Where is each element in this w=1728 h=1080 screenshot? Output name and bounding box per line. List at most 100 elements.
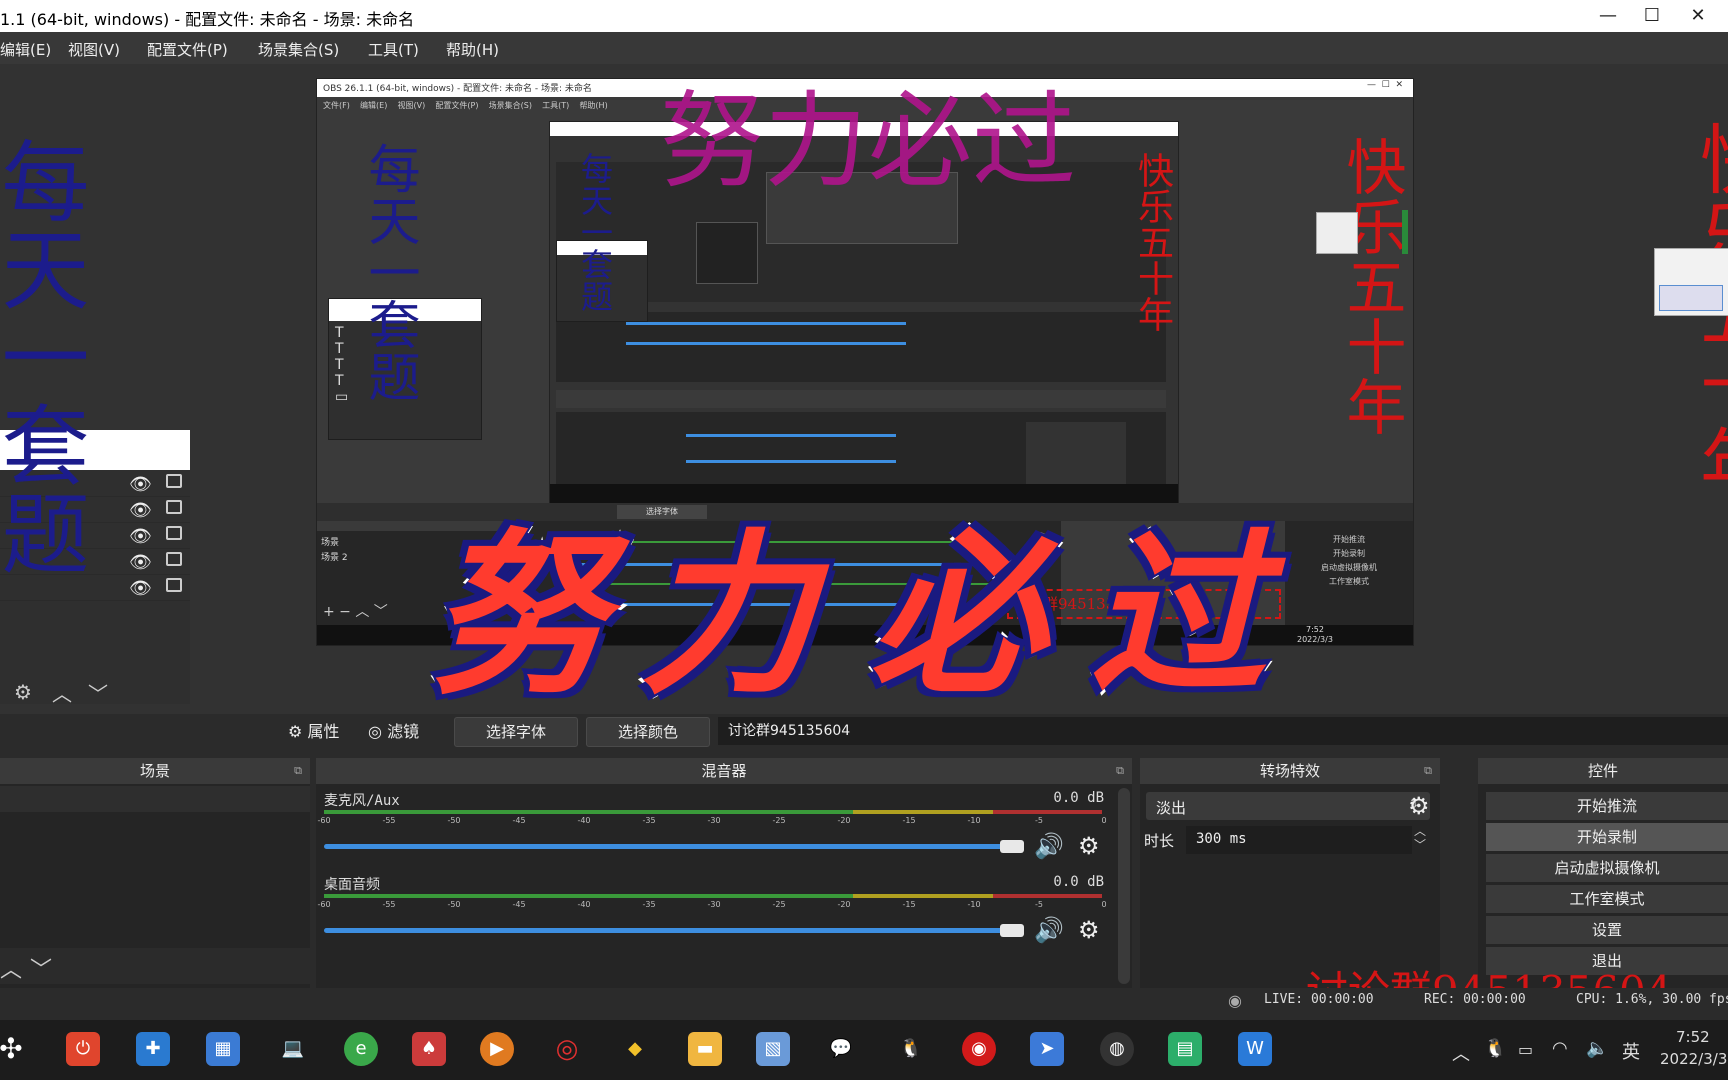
scene-item[interactable] [0, 786, 310, 812]
speaker-icon[interactable]: 🔊 [1034, 832, 1064, 860]
duration-value: 300 ms [1196, 831, 1247, 847]
fan-icon[interactable]: ✣ [0, 1032, 28, 1066]
colorful-app-icon[interactable]: ◆ [618, 1032, 652, 1066]
chevron-up-icon[interactable]: ︿ [52, 678, 72, 707]
source-row[interactable]: 👁 [0, 574, 190, 601]
nested-menu-item: 编辑(E) [360, 101, 388, 110]
scenes-dock: 场景 ⧉ ︿ ﹀ [0, 758, 310, 988]
folder-icon[interactable]: ▬ [688, 1032, 722, 1066]
volume-slider-track[interactable] [324, 928, 1024, 933]
gear-icon[interactable]: ⚙ [1078, 916, 1100, 944]
volume-slider-knob[interactable] [1000, 924, 1024, 937]
close-button[interactable]: ✕ [1678, 2, 1718, 30]
clock[interactable]: 7:52 2022/3/3 [1660, 1026, 1728, 1070]
filter-icon: ◎ [368, 722, 382, 741]
channel-name: 桌面音频 [324, 877, 380, 893]
mixer-scrollbar[interactable] [1118, 788, 1130, 984]
eye-icon[interactable]: 👁 [129, 474, 152, 495]
volume-slider-track[interactable] [324, 844, 1024, 849]
filters-button[interactable]: ◎ 滤镜 [368, 718, 419, 742]
channel-name: 麦克风/Aux [324, 793, 400, 809]
start-streaming-button[interactable]: 开始推流 [1486, 792, 1728, 820]
nested-menu-item: 工具(T) [542, 101, 570, 110]
calculator-icon[interactable]: ▦ [206, 1032, 240, 1066]
speaker-icon[interactable]: 🔊 [1034, 916, 1064, 944]
lock-icon[interactable] [166, 552, 182, 566]
media-app-icon[interactable]: ▶ [480, 1032, 514, 1066]
tray-chevron-icon[interactable]: ︿ [1452, 1040, 1470, 1066]
preview-canvas[interactable]: 👁 👁 👁 👁 👁 ⚙ ︿ ﹀ 每天一套题 OBS 26.1.1 (64-bit… [0, 64, 1728, 714]
eye-icon[interactable]: 👁 [129, 578, 152, 599]
send-app-icon[interactable]: ➤ [1030, 1032, 1064, 1066]
meter-tick-label: -60 [317, 900, 331, 909]
studio-mode-button[interactable]: 工作室模式 [1486, 885, 1728, 913]
wps-icon[interactable]: W [1238, 1032, 1272, 1066]
wifi-icon[interactable]: ◠ [1552, 1038, 1568, 1059]
menu-edit[interactable]: 编辑(E) [0, 39, 51, 60]
gear-icon: ⚙ [288, 722, 303, 741]
maximize-button[interactable]: ☐ [1632, 2, 1672, 30]
lock-icon[interactable] [166, 500, 182, 514]
menu-tools[interactable]: 工具(T) [368, 39, 419, 60]
start-virtual-camera-button[interactable]: 启动虚拟摄像机 [1486, 854, 1728, 882]
power-app-icon[interactable]: ⏻ [66, 1032, 100, 1066]
volume-slider-knob[interactable] [1000, 840, 1024, 853]
qq-icon[interactable]: 🐧 [894, 1032, 928, 1066]
minimize-button[interactable]: — [1588, 2, 1628, 30]
overlay-text-small: 每天一套题 [576, 152, 614, 312]
menu-view[interactable]: 视图(V) [68, 39, 120, 60]
menu-scene-collection[interactable]: 场景集合(S) [258, 39, 339, 60]
choose-font-button[interactable]: 选择字体 [454, 717, 578, 747]
move-down-icon[interactable]: ﹀ [30, 952, 52, 984]
text-source-field[interactable]: 讨论群945135604 [718, 717, 1728, 745]
transitions-dock: 转场特效 ⧉ 淡出 ⇕ ⚙ 时长 300 ms ︿ ﹀ [1140, 758, 1440, 988]
dock-float-icon[interactable]: ⧉ [294, 758, 302, 784]
puzzle-app-icon[interactable]: ✚ [136, 1032, 170, 1066]
meter-tick-label: -40 [577, 816, 591, 825]
laptop-icon[interactable]: 💻 [276, 1032, 310, 1066]
netease-icon[interactable]: ◎ [550, 1032, 584, 1066]
volume-tray-icon[interactable]: 🔈 [1586, 1038, 1608, 1059]
settings-button[interactable]: 设置 [1486, 916, 1728, 944]
scenes-dock-header: 场景 ⧉ [0, 758, 310, 784]
browser-icon[interactable]: e [344, 1032, 378, 1066]
transition-select[interactable]: 淡出 ⇕ [1146, 792, 1430, 820]
choose-color-button[interactable]: 选择颜色 [586, 717, 710, 747]
notes-app-icon[interactable]: ▤ [1168, 1032, 1202, 1066]
chevron-down-icon[interactable]: ﹀ [88, 678, 108, 707]
dock-float-icon[interactable]: ⧉ [1116, 758, 1124, 784]
overlay-top-banner: 努力必过 [660, 80, 1077, 202]
battery-icon[interactable]: ▭ [1518, 1040, 1533, 1059]
start-recording-button[interactable]: 开始录制 [1486, 823, 1728, 851]
move-up-icon[interactable]: ︿ [0, 952, 22, 984]
eye-icon[interactable]: 👁 [129, 552, 152, 573]
meter-tick-label: -45 [512, 900, 526, 909]
properties-button[interactable]: ⚙ 属性 [288, 718, 339, 742]
gear-icon[interactable]: ⚙ [14, 680, 32, 704]
obs-icon[interactable]: ◍ [1100, 1032, 1134, 1066]
eye-icon[interactable]: 👁 [129, 500, 152, 521]
image-app-icon[interactable]: ▧ [756, 1032, 790, 1066]
menu-profile[interactable]: 配置文件(P) [147, 39, 228, 60]
music-app-icon[interactable]: ◉ [962, 1032, 996, 1066]
lock-icon[interactable] [166, 578, 182, 592]
lock-icon[interactable] [166, 526, 182, 540]
lock-icon[interactable] [166, 474, 182, 488]
menu-help[interactable]: 帮助(H) [446, 39, 499, 60]
meter-tick-label: 0 [1101, 816, 1107, 825]
eye-icon[interactable]: 👁 [129, 526, 152, 547]
banner-char: 过 [1087, 510, 1268, 714]
duration-input[interactable]: 300 ms [1186, 826, 1412, 854]
nested-menu-item: 文件(F) [323, 101, 350, 110]
ime-indicator[interactable]: 英 [1622, 1038, 1640, 1064]
gear-icon[interactable]: ⚙ [1078, 832, 1100, 860]
cards-app-icon[interactable]: ♠ [412, 1032, 446, 1066]
tray-qq-icon[interactable]: 🐧 [1484, 1038, 1506, 1059]
spin-icon[interactable]: ︿ ﹀ [1414, 824, 1426, 852]
wechat-icon[interactable]: 💬 [824, 1032, 858, 1066]
gear-icon[interactable]: ⚙ [1408, 792, 1430, 820]
dock-float-icon[interactable]: ⧉ [1424, 758, 1432, 784]
mixer-dock-title: 混音器 [701, 762, 747, 780]
duration-label: 时长 [1144, 832, 1175, 850]
meter-tick-label: -5 [1035, 900, 1043, 909]
